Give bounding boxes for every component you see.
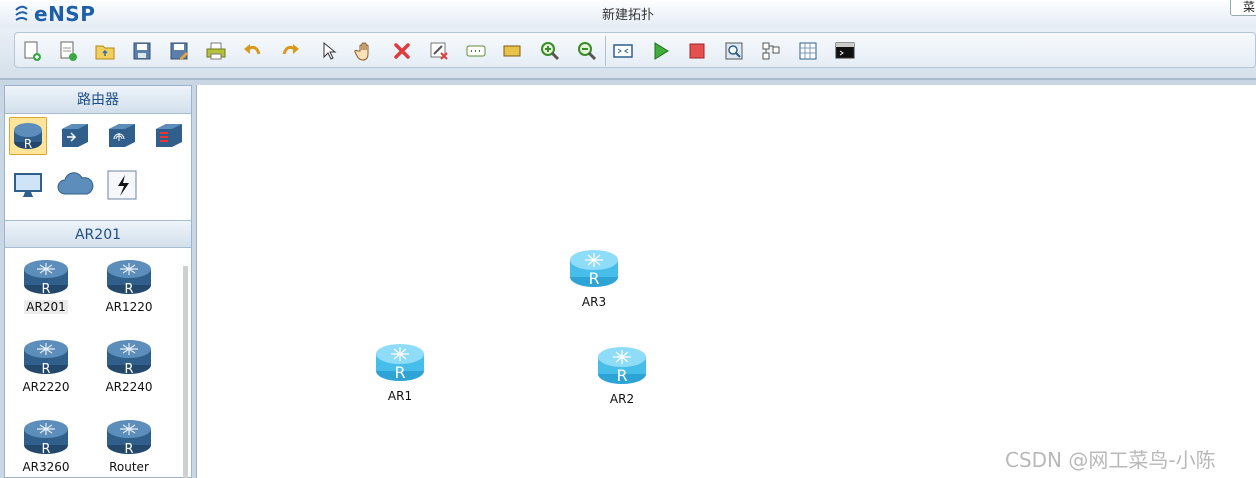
router-icon: R	[107, 340, 151, 377]
zoom-out-icon[interactable]	[574, 38, 600, 64]
cable-category-icon[interactable]	[103, 166, 141, 204]
switch-category-icon[interactable]	[56, 117, 94, 155]
scrollbar-thumb[interactable]	[184, 266, 188, 478]
router-icon: R	[598, 347, 646, 385]
model-router[interactable]: R Router	[99, 416, 159, 474]
svg-text:R: R	[124, 442, 133, 456]
open-folder-icon[interactable]	[92, 38, 118, 64]
node-label: AR1	[387, 389, 413, 403]
zoom-in-icon[interactable]	[537, 38, 563, 64]
router-icon: R	[24, 260, 68, 297]
capture-icon[interactable]	[721, 38, 747, 64]
model-ar201[interactable]: R AR201	[16, 256, 76, 314]
menu-button[interactable]: 菜	[1230, 0, 1256, 16]
router-icon: R	[107, 420, 151, 457]
new-lab-icon[interactable]	[55, 38, 81, 64]
svg-text:R: R	[124, 282, 133, 296]
model-ar3260[interactable]: R AR3260	[16, 416, 76, 474]
model-ar2220[interactable]: R AR2220	[16, 336, 76, 394]
router-icon: R	[107, 260, 151, 297]
rectangle-icon[interactable]	[499, 38, 525, 64]
toolbar-separator	[605, 36, 606, 66]
svg-text:R: R	[394, 363, 405, 382]
node-ar1[interactable]: R AR1	[370, 339, 430, 403]
toolbar	[0, 28, 1256, 80]
grid-icon[interactable]	[795, 38, 821, 64]
window-title: 新建拓扑	[601, 8, 654, 23]
model-ar2240[interactable]: R AR2240	[99, 336, 159, 394]
model-label: Router	[109, 460, 149, 474]
wireless-category-icon[interactable]	[103, 117, 141, 155]
title-bar: eNSP 新建拓扑 菜	[0, 0, 1256, 28]
model-label: AR2240	[105, 380, 153, 394]
cursor-icon[interactable]	[315, 38, 341, 64]
delete-links-icon[interactable]	[426, 38, 452, 64]
model-label: AR3260	[22, 460, 70, 474]
delete-icon[interactable]	[389, 38, 415, 64]
undo-icon[interactable]	[240, 38, 266, 64]
print-icon[interactable]	[203, 38, 229, 64]
fit-view-icon[interactable]	[610, 38, 636, 64]
save-as-icon[interactable]	[166, 38, 192, 64]
node-label: AR2	[609, 392, 635, 406]
topology-icon[interactable]	[758, 38, 784, 64]
node-ar2[interactable]: R AR2	[592, 342, 652, 406]
router-category-icon[interactable]: R	[9, 117, 47, 155]
hand-icon[interactable]	[352, 38, 378, 64]
terminal-icon[interactable]	[832, 38, 858, 64]
new-file-icon[interactable]	[19, 38, 45, 64]
svg-text:R: R	[24, 137, 32, 151]
category-header: 路由器	[5, 86, 191, 114]
model-label: AR2220	[22, 380, 70, 394]
firewall-category-icon[interactable]	[150, 117, 188, 155]
svg-text:R: R	[41, 282, 50, 296]
model-list-scrollbar[interactable]	[183, 266, 188, 478]
svg-text:R: R	[124, 362, 133, 376]
device-panel: 路由器 R AR201 R AR201 R AR1220 R AR2220 R …	[4, 85, 192, 478]
pc-category-icon[interactable]	[9, 166, 47, 204]
model-ar1220[interactable]: R AR1220	[99, 256, 159, 314]
model-header: AR201	[5, 220, 191, 248]
node-ar3[interactable]: R AR3	[564, 245, 624, 309]
router-icon: R	[24, 340, 68, 377]
model-label: AR201	[24, 300, 68, 314]
svg-text:R: R	[41, 362, 50, 376]
model-label: AR1220	[105, 300, 153, 314]
save-icon[interactable]	[129, 38, 155, 64]
router-icon: R	[376, 344, 424, 382]
watermark: CSDN @网工菜鸟-小陈	[1005, 448, 1216, 472]
topology-canvas[interactable]: R AR3 R AR1 R AR2	[196, 85, 1256, 478]
router-icon: R	[570, 250, 618, 288]
svg-text:R: R	[588, 269, 599, 288]
node-label: AR3	[581, 295, 607, 309]
play-icon[interactable]	[647, 38, 673, 64]
svg-text:R: R	[41, 442, 50, 456]
router-icon: R	[24, 420, 68, 457]
cloud-category-icon[interactable]	[56, 166, 94, 204]
stop-icon[interactable]	[684, 38, 710, 64]
redo-icon[interactable]	[277, 38, 303, 64]
svg-text:R: R	[616, 366, 627, 385]
text-box-icon[interactable]	[463, 38, 489, 64]
toolbar-strip	[14, 32, 1256, 68]
